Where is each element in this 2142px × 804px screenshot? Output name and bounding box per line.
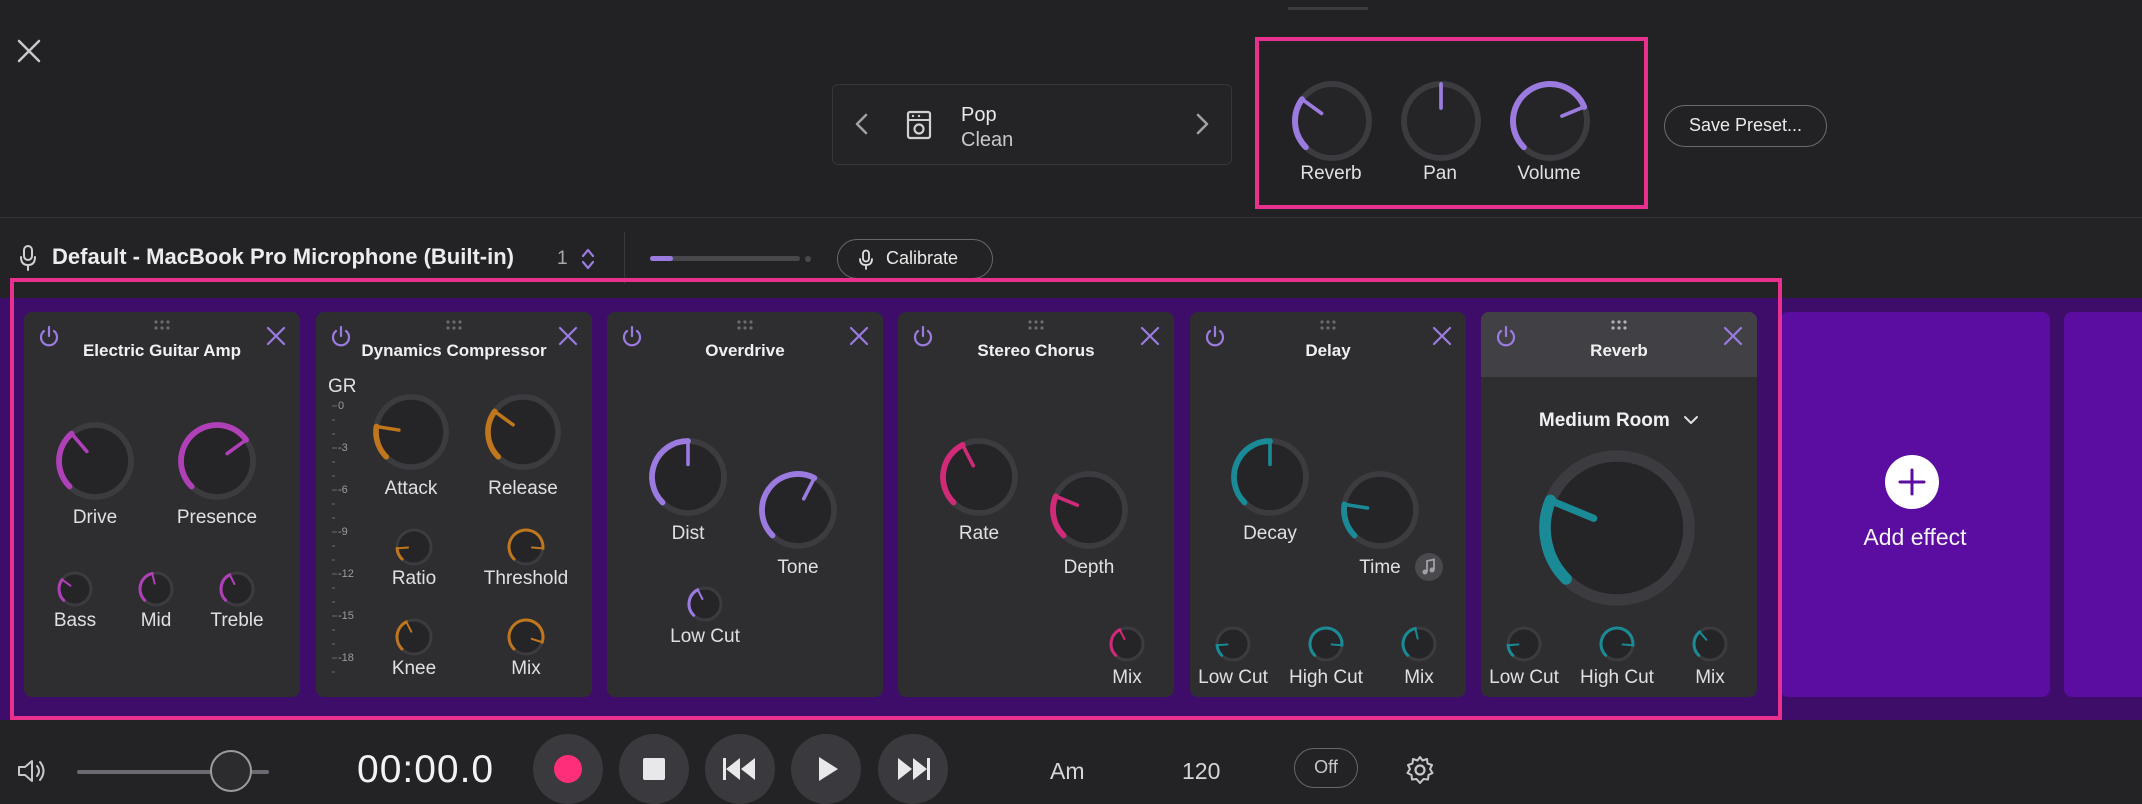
chevron-right-icon[interactable]: [1187, 109, 1217, 139]
preset-selector[interactable]: Pop Clean: [832, 84, 1232, 165]
knob-reverb[interactable]: [1292, 81, 1372, 161]
save-preset-button[interactable]: Save Preset...: [1664, 105, 1827, 147]
divider: [624, 232, 625, 284]
drag-handle[interactable]: [1288, 7, 1368, 10]
calibrate-label: Calibrate: [886, 248, 959, 268]
volume-slider-thumb[interactable]: [209, 750, 252, 792]
add-effect-card[interactable]: Add effect: [1780, 312, 2050, 697]
knob-pan[interactable]: [1401, 81, 1481, 161]
master-controls: Reverb Pan Volume: [1255, 37, 1648, 209]
preset-name: Pop: [961, 104, 997, 126]
stop-button[interactable]: [619, 734, 689, 804]
microphone-icon: [859, 249, 873, 270]
add-effect-label: Add effect: [1863, 524, 1967, 550]
bpm-display[interactable]: 120: [1182, 758, 1220, 785]
plus-icon: [1885, 455, 1939, 509]
chevron-updown-icon[interactable]: [580, 246, 596, 272]
speaker-icon[interactable]: [16, 756, 48, 786]
gear-icon[interactable]: [1404, 754, 1436, 786]
preset-subname: Clean: [961, 129, 1014, 151]
rewind-icon: [723, 758, 755, 780]
effect-card-partial[interactable]: [2064, 312, 2142, 697]
knob-label-reverb: Reverb: [1300, 163, 1362, 184]
metronome-toggle[interactable]: Off: [1294, 748, 1358, 788]
fast-forward-button[interactable]: [878, 734, 948, 804]
close-icon[interactable]: [14, 36, 44, 66]
input-channel: 1: [557, 248, 568, 269]
input-device-name[interactable]: Default - MacBook Pro Microphone (Built-…: [52, 244, 514, 270]
chevron-left-icon[interactable]: [847, 109, 877, 139]
knob-label-volume: Volume: [1517, 163, 1581, 184]
time-display: 00:00.0: [357, 748, 495, 791]
calibrate-button[interactable]: Calibrate: [837, 239, 993, 279]
play-button[interactable]: [791, 734, 861, 804]
rack-highlight: [10, 278, 1782, 720]
play-icon: [819, 757, 838, 781]
rewind-button[interactable]: [705, 734, 775, 804]
input-level-clip: [805, 256, 811, 262]
input-level-fill: [650, 256, 673, 261]
record-icon: [554, 755, 582, 783]
knob-label-pan: Pan: [1423, 163, 1457, 184]
input-level-meter: [650, 256, 800, 261]
amp-icon: [906, 110, 932, 140]
record-button[interactable]: [533, 734, 603, 804]
key-display[interactable]: Am: [1050, 758, 1085, 785]
knob-volume[interactable]: [1510, 81, 1590, 161]
fast-forward-icon: [898, 758, 930, 780]
stop-icon: [643, 758, 665, 780]
microphone-icon: [20, 245, 36, 271]
